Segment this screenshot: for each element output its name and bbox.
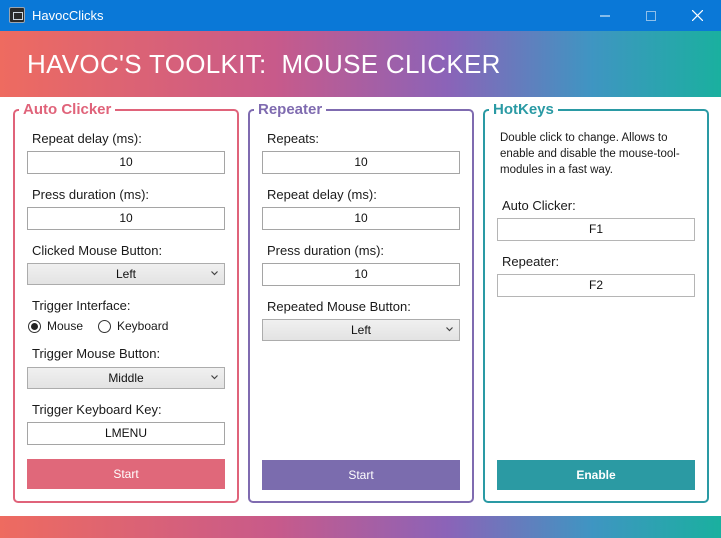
repeated-mouse-button-label: Repeated Mouse Button: [267,299,411,314]
auto-press-duration-input[interactable]: 10 [27,207,225,230]
radio-selected-icon [28,319,41,333]
repeated-mouse-button-select[interactable]: Left [262,319,460,341]
window-title: HavocClicks [32,8,104,23]
title-bar[interactable]: HavocClicks [0,0,721,31]
chevron-down-icon [211,271,218,276]
repeats-input[interactable]: 10 [262,151,460,174]
repeater-repeat-delay-input[interactable]: 10 [262,207,460,230]
hotkey-repeater-input[interactable]: F2 [497,274,695,297]
hotkeys-description: Double click to change. Allows to enable… [500,132,680,176]
footer-strip [0,516,721,538]
minimize-button[interactable] [582,0,628,31]
repeater-press-duration-input[interactable]: 10 [262,263,460,286]
trigger-keyboard-key-input[interactable]: LMENU [27,422,225,445]
chevron-down-icon [446,327,453,332]
hotkeys-title: HotKeys [489,100,558,120]
repeater-start-button[interactable]: Start [262,460,460,490]
app-icon [9,7,25,23]
trigger-mouse-button-label: Trigger Mouse Button: [32,346,161,361]
hotkeys-group: HotKeys Double click to change. Allows t… [483,100,709,503]
trigger-interface-keyboard-label: Keyboard [117,319,169,333]
maximize-button[interactable] [628,0,674,31]
hotkey-repeater-label: Repeater: [502,254,560,269]
repeater-group: Repeater Repeats: 10 Repeat delay (ms): … [248,100,474,503]
auto-repeat-delay-input[interactable]: 10 [27,151,225,174]
trigger-keyboard-key-label: Trigger Keyboard Key: [32,402,162,417]
hotkey-auto-clicker-label: Auto Clicker: [502,198,576,213]
app-header: HAVOC'S TOOLKIT: MOUSE CLICKER [0,31,721,97]
clicked-mouse-button-label: Clicked Mouse Button: [32,243,163,258]
hotkeys-enable-button[interactable]: Enable [497,460,695,490]
auto-clicker-title: Auto Clicker [19,100,116,120]
auto-repeat-delay-label: Repeat delay (ms): [32,131,142,146]
auto-clicker-start-button[interactable]: Start [27,459,225,489]
hotkey-auto-clicker-input[interactable]: F1 [497,218,695,241]
clicked-mouse-button-value: Left [115,267,136,281]
trigger-interface-keyboard-radio[interactable]: Keyboard [98,319,168,333]
trigger-mouse-button-value: Middle [108,371,144,385]
maximize-icon [646,10,656,21]
repeated-mouse-button-value: Left [350,323,371,337]
chevron-down-icon [211,375,218,380]
trigger-interface-mouse-radio[interactable]: Mouse [28,319,83,333]
minimize-icon [600,15,610,16]
repeater-press-duration-label: Press duration (ms): [267,243,385,258]
repeater-repeat-delay-label: Repeat delay (ms): [267,187,377,202]
radio-unselected-icon [98,319,111,333]
page-title: HAVOC'S TOOLKIT: MOUSE CLICKER [27,49,501,79]
auto-press-duration-label: Press duration (ms): [32,187,150,202]
auto-clicker-group: Auto Clicker Repeat delay (ms): 10 Press… [13,100,239,503]
trigger-interface-mouse-label: Mouse [47,319,84,333]
trigger-interface-label: Trigger Interface: [32,298,131,313]
trigger-mouse-button-select[interactable]: Middle [27,367,225,389]
close-button[interactable] [674,0,720,31]
repeats-label: Repeats: [267,131,320,146]
clicked-mouse-button-select[interactable]: Left [27,263,225,285]
close-icon [691,10,703,21]
repeater-title: Repeater [254,100,327,120]
